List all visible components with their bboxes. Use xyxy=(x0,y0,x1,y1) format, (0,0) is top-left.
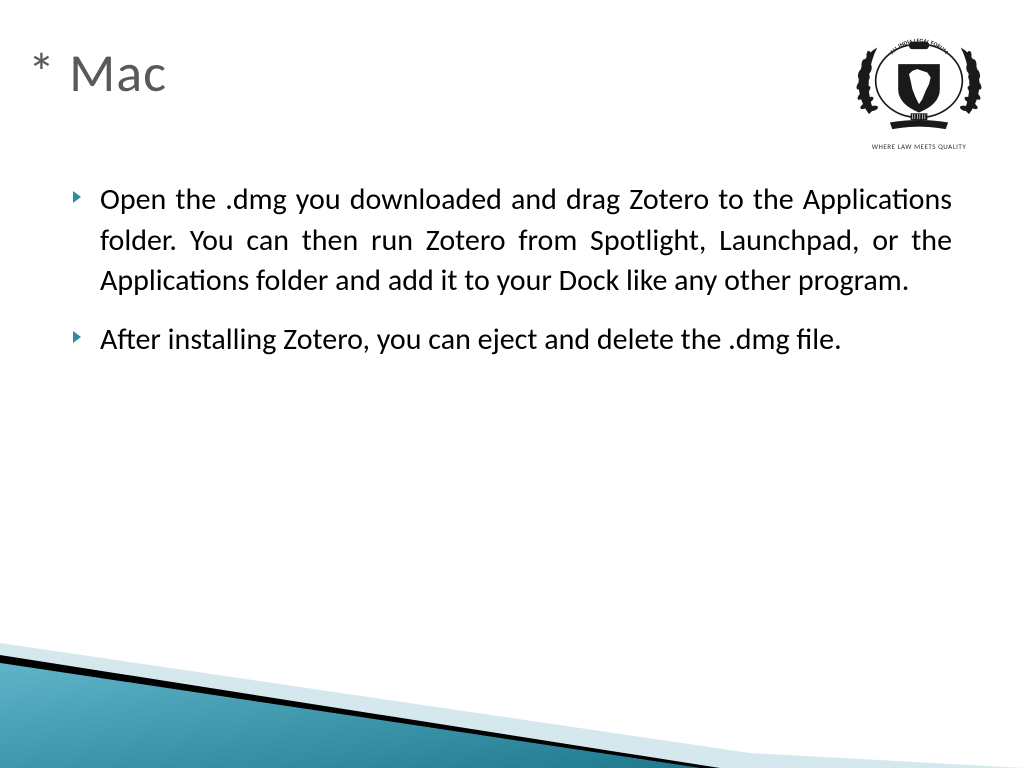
bullet-arrow-icon xyxy=(72,320,100,344)
list-item: Open the .dmg you downloaded and drag Zo… xyxy=(72,180,952,302)
bullet-text: After installing Zotero, you can eject a… xyxy=(100,320,952,361)
slide-title: * Mac xyxy=(28,40,167,106)
bullet-text: Open the .dmg you downloaded and drag Zo… xyxy=(100,180,952,302)
list-item: After installing Zotero, you can eject a… xyxy=(72,320,952,361)
bullet-arrow-icon xyxy=(72,180,100,204)
org-logo: ALL INDIA LEGAL FORUM WHERE LAW MEETS QU… xyxy=(829,20,1009,160)
logo-tagline: WHERE LAW MEETS QUALITY xyxy=(872,142,966,151)
content-body: Open the .dmg you downloaded and drag Zo… xyxy=(72,180,952,378)
decorative-footer-wedge xyxy=(0,593,1024,768)
emblem-icon: ALL INDIA LEGAL FORUM xyxy=(844,30,994,140)
